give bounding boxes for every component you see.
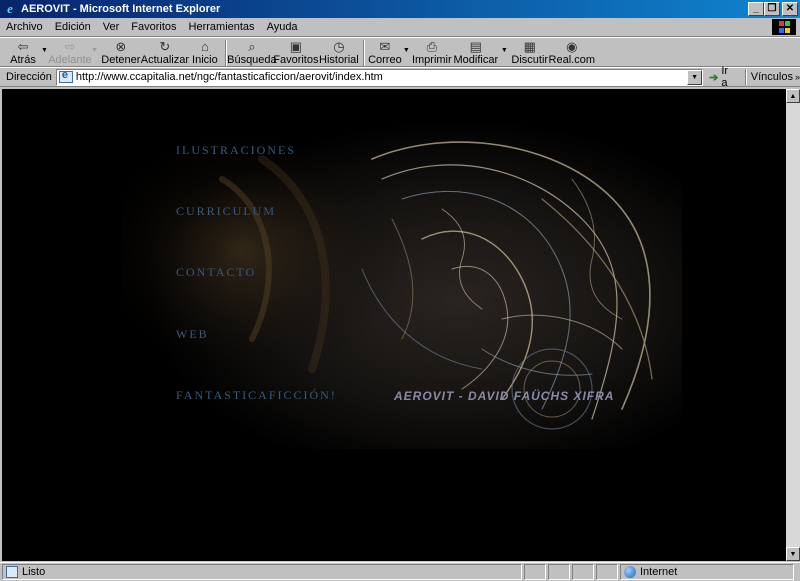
zone-text: Internet (640, 566, 678, 578)
forward-button[interactable]: ⇨ Adelante (48, 38, 91, 68)
favorites-button[interactable]: ▣ Favoritos (273, 38, 318, 68)
refresh-button[interactable]: ↻ Actualizar (141, 38, 189, 68)
search-button[interactable]: ⌕ Búsqueda (227, 38, 277, 68)
window-title: AEROVIT - Microsoft Internet Explorer (21, 3, 221, 15)
address-url[interactable]: http://www.ccapitalia.net/ngc/fantastica… (76, 71, 383, 83)
status-cell (572, 564, 594, 580)
page-viewport: ILUSTRACIONES CURRICULUM CONTACTO WEB FA… (2, 89, 786, 561)
menu-ayuda[interactable]: Ayuda (261, 21, 304, 33)
print-button[interactable]: ⎙ Imprimir (412, 38, 452, 68)
history-button[interactable]: ◷ Historial (318, 38, 360, 68)
address-input[interactable]: http://www.ccapitalia.net/ngc/fantastica… (55, 68, 704, 86)
forward-arrow-icon: ⇨ (64, 38, 76, 54)
mail-icon: ✉ (379, 38, 391, 54)
globe-icon (624, 566, 636, 578)
mail-dropdown-icon[interactable]: ▼ (403, 47, 410, 54)
address-dropdown-icon[interactable]: ▼ (687, 69, 703, 85)
artist-signature: AEROVIT - DAVID FAÜCHS XIFRA (394, 389, 615, 403)
status-bar: Listo Internet (0, 562, 800, 581)
back-arrow-icon: ⇦ (17, 38, 29, 54)
status-text-cell: Listo (2, 564, 522, 580)
realcom-button[interactable]: ◉ Real.com (549, 38, 595, 68)
status-text: Listo (22, 566, 46, 578)
toolbar-separator (362, 40, 365, 66)
back-button[interactable]: ⇦ Atrás (6, 38, 40, 68)
maximize-button[interactable]: ❐ (764, 2, 780, 16)
refresh-icon: ↻ (159, 38, 171, 54)
menu-edicion[interactable]: Edición (49, 21, 97, 33)
stop-button[interactable]: ⊗ Detener (100, 38, 142, 68)
menu-archivo[interactable]: Archivo (0, 21, 49, 33)
home-button[interactable]: ⌂ Inicio (188, 38, 222, 68)
status-cell (548, 564, 570, 580)
vertical-scrollbar[interactable]: ▲ ▼ (786, 89, 800, 561)
status-cell (524, 564, 546, 580)
menu-favoritos[interactable]: Favoritos (125, 21, 182, 33)
home-icon: ⌂ (200, 39, 209, 54)
mail-button[interactable]: ✉ Correo (368, 38, 402, 68)
edit-page-icon: ▤ (469, 38, 482, 54)
discuss-icon: ▦ (523, 38, 536, 54)
nav-link-curriculum[interactable]: CURRICULUM (176, 204, 276, 219)
menu-ver[interactable]: Ver (97, 21, 126, 33)
window-controls: _ ❐ ✕ (748, 2, 798, 16)
page-status-icon (6, 566, 18, 578)
ie-logo-icon: e (7, 1, 13, 16)
back-dropdown-icon[interactable]: ▼ (41, 47, 48, 54)
discuss-button[interactable]: ▦ Discutir (510, 38, 550, 68)
menu-bar: Archivo Edición Ver Favoritos Herramient… (0, 18, 800, 37)
minimize-button[interactable]: _ (748, 2, 764, 16)
links-separator (744, 69, 747, 85)
favorites-folder-icon: ▣ (289, 38, 303, 54)
stop-icon: ⊗ (115, 38, 127, 54)
status-cell (596, 564, 618, 580)
edit-dropdown-icon[interactable]: ▼ (501, 47, 508, 54)
go-button[interactable]: ➔ Ir a (709, 65, 737, 89)
nav-link-web[interactable]: WEB (176, 327, 209, 342)
menu-herramientas[interactable]: Herramientas (183, 21, 261, 33)
history-icon: ◷ (333, 38, 345, 54)
real-com-icon: ◉ (566, 38, 578, 54)
links-button[interactable]: Vínculos (751, 71, 793, 83)
nav-link-ilustraciones[interactable]: ILUSTRACIONES (176, 143, 296, 158)
standard-toolbar: ⇦ Atrás ▼ ⇨ Adelante ▼ ⊗ Detener ↻ Actua… (0, 37, 800, 67)
page-icon (58, 69, 73, 83)
nav-link-contacto[interactable]: CONTACTO (176, 265, 256, 280)
search-icon: ⌕ (248, 38, 256, 54)
links-chevron-icon[interactable]: » (795, 72, 800, 82)
scroll-down-icon[interactable]: ▼ (786, 547, 800, 561)
nav-link-fantasticaficcion[interactable]: FANTASTICAFICCIÓN! (176, 388, 337, 403)
address-label: Dirección (6, 71, 52, 83)
forward-dropdown-icon[interactable]: ▼ (91, 47, 98, 54)
windows-logo-icon (772, 19, 796, 35)
edit-button[interactable]: ▤ Modificar (452, 38, 500, 68)
close-button[interactable]: ✕ (782, 2, 798, 16)
title-bar: e AEROVIT - Microsoft Internet Explorer … (0, 0, 800, 18)
scroll-up-icon[interactable]: ▲ (786, 89, 800, 103)
printer-icon: ⎙ (426, 38, 438, 54)
address-bar: Dirección http://www.ccapitalia.net/ngc/… (0, 65, 800, 89)
zone-cell: Internet (620, 564, 794, 580)
go-arrow-icon: ➔ (709, 71, 719, 84)
